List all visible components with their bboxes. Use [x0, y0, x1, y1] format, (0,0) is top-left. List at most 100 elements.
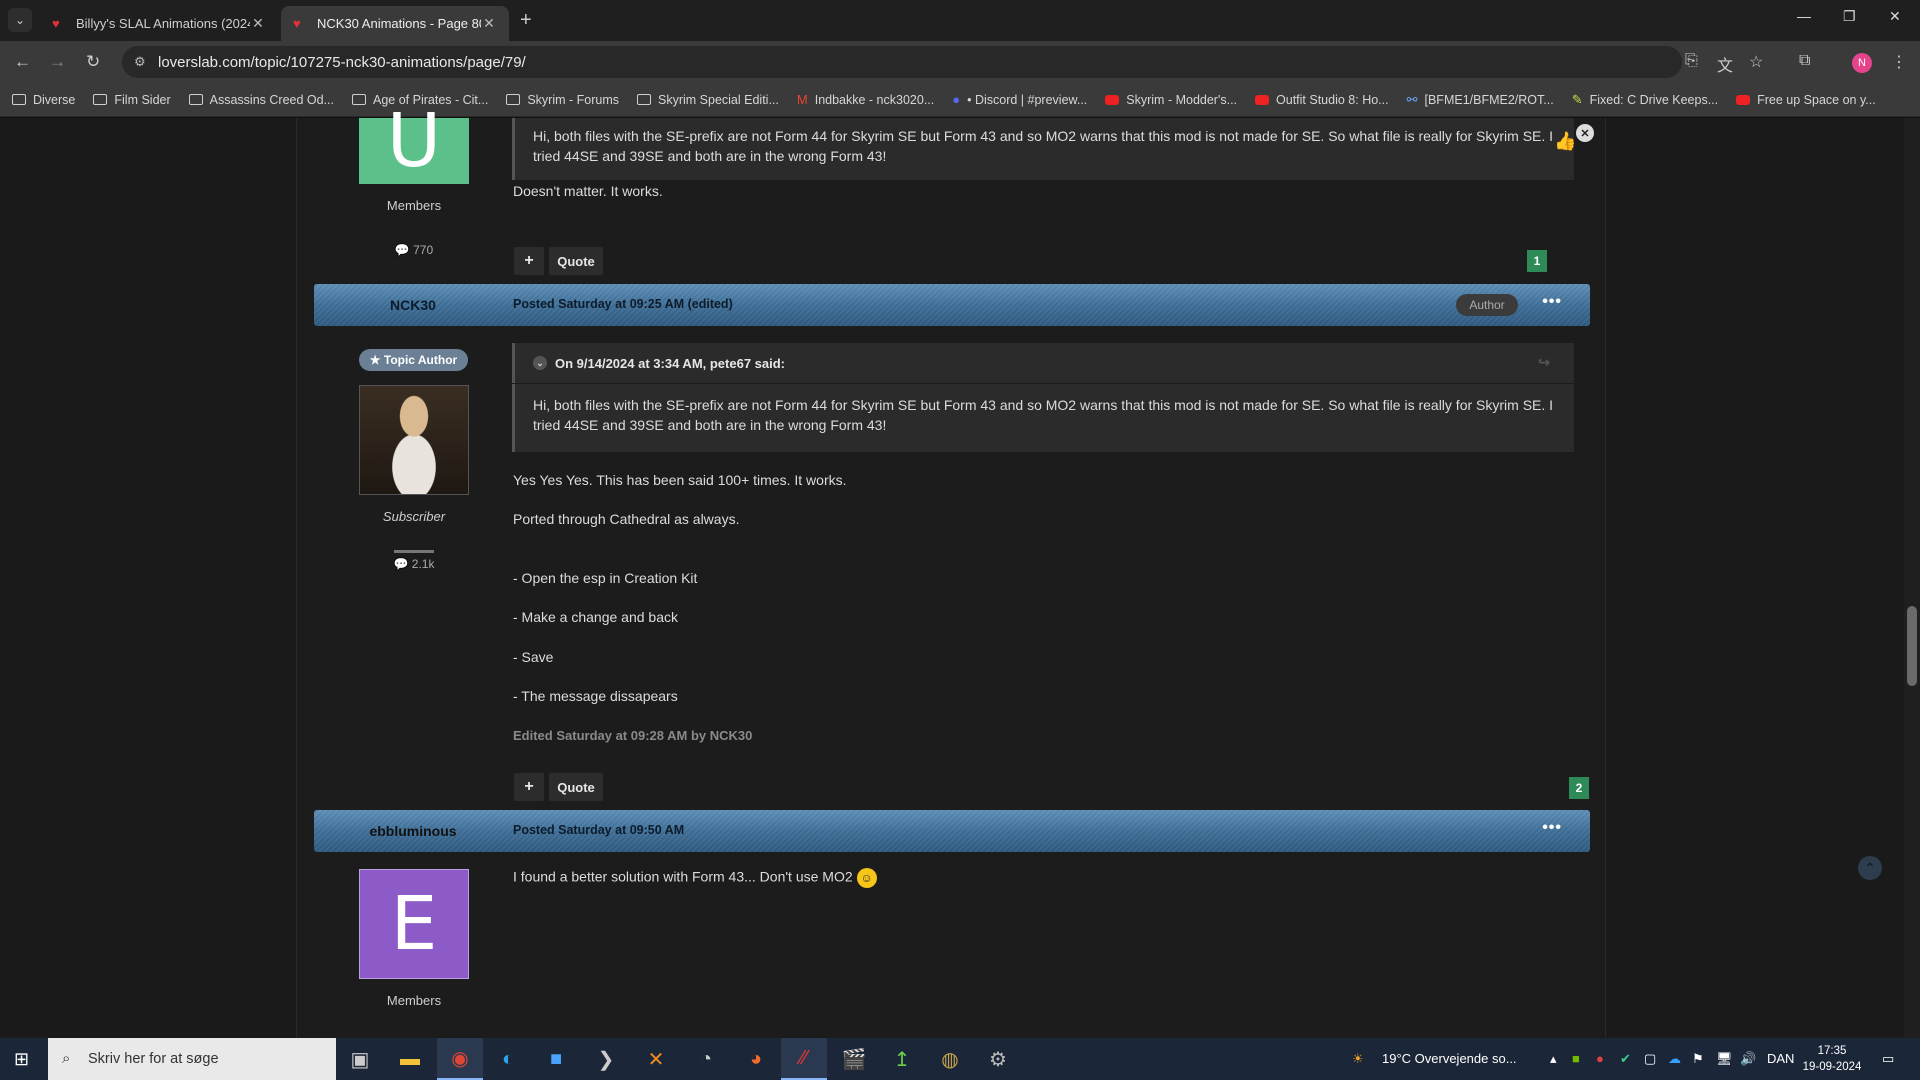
bookmark-link[interactable]: ✎ Fixed: C Drive Keeps...: [1572, 92, 1718, 108]
bookmark-label: Skyrim - Modder's...: [1126, 92, 1238, 107]
weather-text[interactable]: 19°C Overvejende so...: [1382, 1051, 1517, 1066]
notifications-icon[interactable]: ▭: [1882, 1051, 1894, 1067]
multiquote-button[interactable]: +: [514, 773, 544, 801]
language-indicator[interactable]: DAN: [1767, 1051, 1794, 1066]
app-icon[interactable]: ◍: [927, 1038, 973, 1080]
close-window-icon[interactable]: ✕: [1889, 8, 1901, 25]
quote-button[interactable]: Quote: [549, 247, 603, 275]
post-count: 💬 770: [359, 243, 469, 257]
bookmark-folder[interactable]: Skyrim - Forums: [506, 93, 619, 107]
edge-icon[interactable]: ◐: [485, 1038, 531, 1080]
back-icon[interactable]: ←: [14, 52, 31, 72]
tab-search-button[interactable]: ⌄: [8, 8, 32, 32]
page-scrollbar[interactable]: [1904, 118, 1920, 1038]
bookmark-link[interactable]: M Indbakke - nck3020...: [797, 92, 934, 107]
close-tab-icon[interactable]: ✕: [250, 15, 266, 32]
like-icon[interactable]: 👍: [1554, 131, 1576, 152]
new-tab-icon[interactable]: +: [520, 9, 532, 32]
forum-content: [296, 118, 1606, 1038]
folder-icon: [637, 94, 651, 105]
moddb-icon: ⚯: [1406, 91, 1418, 107]
scroll-to-top-icon[interactable]: ⌃: [1858, 856, 1882, 880]
post-body-line: Ported through Cathedral as always.: [513, 511, 740, 527]
weather-icon[interactable]: ☀: [1352, 1051, 1364, 1067]
bookmark-label: Skyrim Special Editi...: [658, 92, 779, 107]
topic-author-badge: ★ Topic Author: [359, 349, 468, 371]
bookmark-folder[interactable]: Skyrim Special Editi...: [637, 93, 779, 107]
bookmark-folder[interactable]: Diverse: [12, 93, 75, 107]
app-icon[interactable]: ◕: [733, 1038, 779, 1080]
onedrive-icon[interactable]: ☁: [1668, 1051, 1681, 1067]
menu-dots-icon[interactable]: ⋮: [1891, 52, 1907, 72]
post-body-text: I found a better solution with Form 43..…: [513, 868, 853, 885]
volume-icon[interactable]: 🔊: [1740, 1051, 1756, 1067]
app-icon[interactable]: ⚙: [975, 1038, 1021, 1080]
file-explorer-icon[interactable]: ▬: [387, 1038, 433, 1080]
profile-avatar[interactable]: N: [1852, 53, 1872, 73]
network-icon[interactable]: 🖥: [1716, 1051, 1733, 1067]
multiquote-button[interactable]: +: [514, 247, 544, 275]
tab-billyy[interactable]: ♥ Billyy's SLAL Animations (2024- ✕: [40, 6, 278, 41]
scrollbar-thumb[interactable]: [1907, 606, 1917, 686]
site-info-icon[interactable]: ⚙: [134, 54, 146, 70]
post-author[interactable]: ebbluminous: [314, 823, 512, 839]
post-menu-icon[interactable]: •••: [1542, 293, 1562, 311]
taskbar-search[interactable]: ⌕ Skriv her for at søge: [48, 1038, 336, 1080]
nvidia-icon[interactable]: ■: [1572, 1051, 1580, 1066]
post-menu-icon[interactable]: •••: [1542, 819, 1562, 837]
bookmark-link[interactable]: Skyrim - Modder's...: [1105, 93, 1237, 107]
tray-icon[interactable]: ●: [1596, 1051, 1604, 1066]
clapper-icon[interactable]: 🎬: [831, 1038, 877, 1080]
forward-icon[interactable]: →: [49, 52, 66, 72]
share-icon[interactable]: ↪: [1538, 354, 1550, 371]
bookmark-link[interactable]: Outfit Studio 8: Ho...: [1255, 93, 1389, 107]
windows-start-icon[interactable]: ⊞: [14, 1049, 29, 1070]
app-icon[interactable]: ⁄⁄: [781, 1038, 827, 1080]
bookmark-folder[interactable]: Assassins Creed Od...: [188, 92, 334, 107]
app-icon[interactable]: ❯: [583, 1038, 629, 1080]
reaction-count[interactable]: 1: [1527, 250, 1547, 272]
chrome-icon[interactable]: ◉: [437, 1038, 483, 1080]
address-bar[interactable]: ⚙ loverslab.com/topic/107275-nck30-anima…: [122, 46, 1682, 78]
tray-icon[interactable]: ⚑: [1692, 1051, 1704, 1067]
bookmark-folder[interactable]: Film Sider: [93, 93, 171, 107]
clock[interactable]: 17:35 19-09-2024: [1800, 1043, 1864, 1075]
restore-icon[interactable]: ❐: [1843, 8, 1856, 25]
bookmark-label: Assassins Creed Od...: [209, 92, 334, 107]
bookmark-link[interactable]: ⚯ [BFME1/BFME2/ROT...: [1407, 92, 1554, 108]
tray-icon[interactable]: ▴: [1550, 1051, 1557, 1067]
post-author[interactable]: NCK30: [314, 297, 512, 313]
quote-button[interactable]: Quote: [549, 773, 603, 801]
app-icon[interactable]: ↥: [879, 1038, 925, 1080]
translate-icon[interactable]: 文: [1717, 52, 1733, 76]
post-date[interactable]: Posted Saturday at 09:25 AM (edited): [513, 297, 733, 311]
post-date[interactable]: Posted Saturday at 09:50 AM: [513, 823, 684, 837]
reaction-count[interactable]: 2: [1569, 777, 1589, 799]
loverslab-favicon-icon: ♥: [293, 15, 301, 31]
avatar[interactable]: E: [359, 869, 469, 979]
bookmark-link[interactable]: ● • Discord | #preview...: [952, 92, 1087, 107]
post-header: NCK30 Posted Saturday at 09:25 AM (edite…: [314, 284, 1590, 326]
bookmark-link[interactable]: Free up Space on y...: [1736, 93, 1876, 107]
reload-icon[interactable]: ↻: [86, 52, 100, 72]
close-icon[interactable]: ✕: [1576, 124, 1594, 142]
app-icon[interactable]: ✕: [633, 1038, 679, 1080]
post-body: I found a better solution with Form 43..…: [513, 868, 877, 888]
app-icon[interactable]: ◔: [683, 1038, 729, 1080]
quote-citation-text[interactable]: On 9/14/2024 at 3:34 AM, pete67 said:: [555, 356, 785, 371]
bookmark-star-icon[interactable]: ☆: [1749, 52, 1763, 72]
install-app-icon[interactable]: ⎘: [1685, 52, 1698, 70]
avatar[interactable]: [359, 385, 469, 495]
avatar[interactable]: U: [359, 98, 469, 184]
extensions-icon[interactable]: ⧉: [1799, 52, 1810, 70]
security-icon[interactable]: ✔: [1620, 1051, 1631, 1067]
tray-icon[interactable]: ▢: [1644, 1051, 1656, 1067]
close-tab-icon[interactable]: ✕: [481, 15, 497, 32]
task-view-icon[interactable]: ▣: [337, 1038, 383, 1080]
post-body-line: - The message dissapears: [513, 688, 678, 704]
store-icon[interactable]: ■: [533, 1038, 579, 1080]
minimize-icon[interactable]: —: [1797, 8, 1811, 24]
web-page: [0, 118, 1920, 1038]
collapse-icon[interactable]: ⌄: [533, 356, 547, 370]
tab-nck30[interactable]: ♥ NCK30 Animations - Page 80 - L ✕: [281, 6, 509, 41]
